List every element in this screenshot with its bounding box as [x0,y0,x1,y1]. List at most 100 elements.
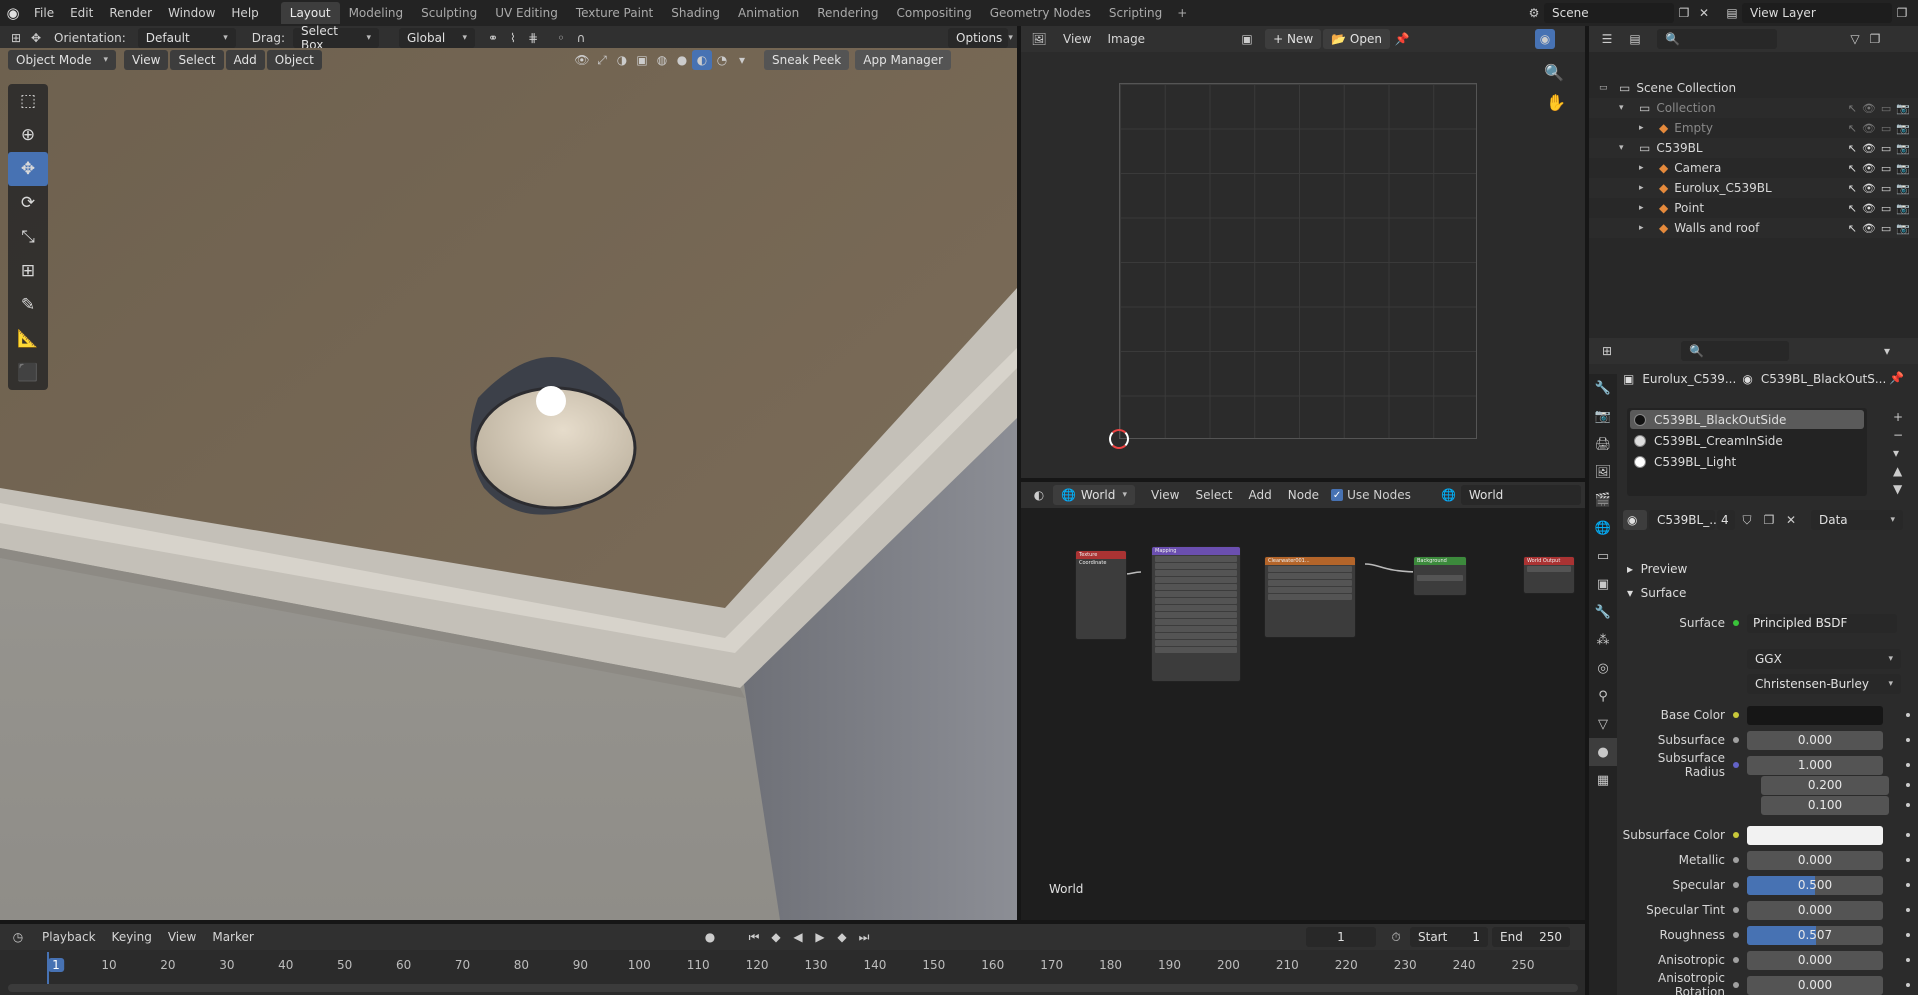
select-toggle-icon[interactable]: ↖ [1848,122,1857,135]
render-camera-icon[interactable]: 📷 [1896,102,1910,115]
solid-shading-icon[interactable]: ● [672,50,692,70]
mode-dropdown[interactable]: Object Mode ▾ [8,50,116,70]
2d-cursor-icon[interactable] [1109,429,1129,449]
delete-view-layer-icon[interactable]: ✕ [1912,3,1918,23]
select-toggle-icon[interactable]: ↖ [1848,202,1857,215]
value-slider[interactable]: 1.000 [1747,755,1883,775]
keyframe-dot-icon[interactable] [1906,803,1910,807]
duplicate-icon[interactable]: ❐ [1759,510,1779,530]
link-dropdown[interactable]: Data ▾ [1811,510,1903,530]
keyframe-dot-icon[interactable] [1906,883,1910,887]
fake-user-icon[interactable]: ⛉ [1737,510,1757,530]
keyframe-dot-icon[interactable] [1906,983,1910,987]
image-editor[interactable]: 🖼 View Image ▣ + New 📂 Open 📌 ◉ 🔍 ✋ [1021,26,1585,478]
background-node[interactable]: Background [1413,556,1467,596]
keyframe-dot-icon[interactable] [1906,783,1910,787]
tab-rendering[interactable]: Rendering [808,2,887,24]
eye-icon[interactable]: 👁 [1862,222,1876,235]
menu-render[interactable]: Render [101,0,160,26]
surface-panel-header[interactable]: ▾ Surface [1627,586,1686,600]
annotate-icon[interactable]: ✎ [8,288,48,322]
select-toggle-icon[interactable]: ↖ [1848,162,1857,175]
tab-animation[interactable]: Animation [729,2,808,24]
expand-right-icon[interactable]: ▸ [1639,163,1653,173]
keyframe-dot-icon[interactable] [1906,858,1910,862]
cursor-icon[interactable]: ⊕ [8,118,48,152]
world-tab-icon[interactable]: 🌐 [1589,514,1617,542]
snap-target-icon[interactable]: ⋕ [523,28,543,48]
unlink-icon[interactable]: ✕ [1781,510,1801,530]
keyframe-dot-icon[interactable] [1906,833,1910,837]
viewport-toggle-icon[interactable]: ▭ [1881,122,1891,135]
pin-icon[interactable]: 📌 [1889,371,1904,385]
select-toggle-icon[interactable]: ↖ [1848,142,1857,155]
physics-tab-icon[interactable]: ◎ [1589,654,1617,682]
subsurface-method-dropdown[interactable]: Christensen-Burley ▾ [1747,674,1901,694]
pivot-icon[interactable]: ⚭ [483,28,503,48]
scene-icon[interactable]: ⚙ [1524,3,1544,23]
keyframe-dot-icon[interactable] [1906,958,1910,962]
viewport-toggle-icon[interactable]: ▭ [1881,182,1891,195]
tab-compositing[interactable]: Compositing [887,2,980,24]
material-name-field[interactable]: C539BL_... [1649,510,1721,530]
tab-modeling[interactable]: Modeling [340,2,413,24]
render-camera-icon[interactable]: 📷 [1896,142,1910,155]
users-count[interactable]: 4 [1717,510,1735,530]
gizmo-icon[interactable]: ⤢ [592,50,612,70]
outliner-row[interactable]: ▸ ◆ Empty ↖ 👁 ▭ 📷 [1589,118,1918,138]
particles-tab-icon[interactable]: ⁂ [1589,626,1617,654]
editor-type-icon[interactable]: ☰ [1597,29,1617,49]
orientation-dropdown[interactable]: Default ▾ [137,28,236,48]
outliner-row[interactable]: ▸ ◆ Point ↖ 👁 ▭ 📷 [1589,198,1918,218]
blender-logo-icon[interactable]: ◉ [0,0,26,26]
material-tab-icon[interactable]: ● [1589,738,1617,766]
outliner-row[interactable]: ▾ ▭ C539BL ↖ 👁 ▭ 📷 [1589,138,1918,158]
render-tab-icon[interactable]: 📷 [1589,402,1617,430]
view-layer-selector[interactable]: View Layer [1742,3,1892,23]
keyframe-dot-icon[interactable] [1906,763,1910,767]
editor-type-icon[interactable]: 🖼 [1029,29,1049,49]
value-slider[interactable]: 0.500 [1747,875,1883,895]
move-icon[interactable]: ✥ [8,152,48,186]
eye-icon[interactable]: 👁 [1862,162,1876,175]
transform-icon[interactable]: ⊞ [8,254,48,288]
transform-orientation-dropdown[interactable]: Global ▾ [398,28,475,48]
pan-hand-icon[interactable]: ✋ [1546,93,1566,112]
proportional-edit-icon[interactable]: ◦ [551,28,571,48]
drag-dropdown[interactable]: Select Box ▾ [292,24,379,52]
eye-icon[interactable]: 👁 [1862,142,1876,155]
select-toggle-icon[interactable]: ↖ [1848,222,1857,235]
scene-collection-icon[interactable]: ▭ [1599,83,1613,93]
scene-tab-icon[interactable]: 🎬 [1589,486,1617,514]
gizmo-toggle-icon[interactable]: ◉ [1535,29,1555,49]
outliner[interactable]: ☰ ▤ 🔍 ▽ ❐ ▭ ▭ Scene Collection ▾ ▭ Collection… [1589,26,1918,342]
new-view-layer-icon[interactable]: ❐ [1892,3,1912,23]
texture-coordinate-node[interactable]: Texture Coordinate [1075,550,1127,640]
surface-shader-field[interactable]: Principled BSDF [1747,613,1897,633]
properties-editor[interactable]: ⊞ 🔍 ▾ 🔧 📷 🖨 🖼 🎬 🌐 ▭ ▣ 🔧 ⁂ ◎ ⚲ ▽ ● ▦ ▣ Eu… [1589,338,1918,995]
measure-icon[interactable]: 📐 [8,322,48,356]
collection-tab-icon[interactable]: ▭ [1589,542,1617,570]
value-slider[interactable]: 0.000 [1747,900,1883,920]
scale-icon[interactable]: ⤡ [8,220,48,254]
value-slider[interactable]: 0.000 [1747,730,1883,750]
value-slider[interactable]: 0.507 [1747,925,1883,945]
render-camera-icon[interactable]: 📷 [1896,202,1910,215]
keyframe-dot-icon[interactable] [1906,933,1910,937]
move-tool-icon[interactable]: ✥ [26,28,46,48]
image-menu-view[interactable]: View [1055,32,1099,46]
wireframe-shading-icon[interactable]: ◍ [652,50,672,70]
viewport-toggle-icon[interactable]: ▭ [1881,142,1891,155]
node-editor[interactable]: ◐ 🌐 World ▾ View Select Add Node ✓ Use Nodes… [1021,482,1585,920]
properties-search-input[interactable]: 🔍 [1681,341,1789,361]
texture-tab-icon[interactable]: ▦ [1589,766,1617,794]
expand-right-icon[interactable]: ▸ [1639,183,1653,193]
world-output-node[interactable]: World Output [1523,556,1575,594]
select-toggle-icon[interactable]: ↖ [1848,102,1857,115]
expand-down-icon[interactable]: ▾ [1619,103,1633,113]
overlay-icon[interactable]: ◑ [612,50,632,70]
shading-options-icon[interactable]: ▾ [732,50,752,70]
viewport-menu-object[interactable]: Object [266,50,322,70]
browse-material-icon[interactable]: ◉ [1623,510,1647,530]
view-layer-icon[interactable]: ▤ [1722,3,1742,23]
